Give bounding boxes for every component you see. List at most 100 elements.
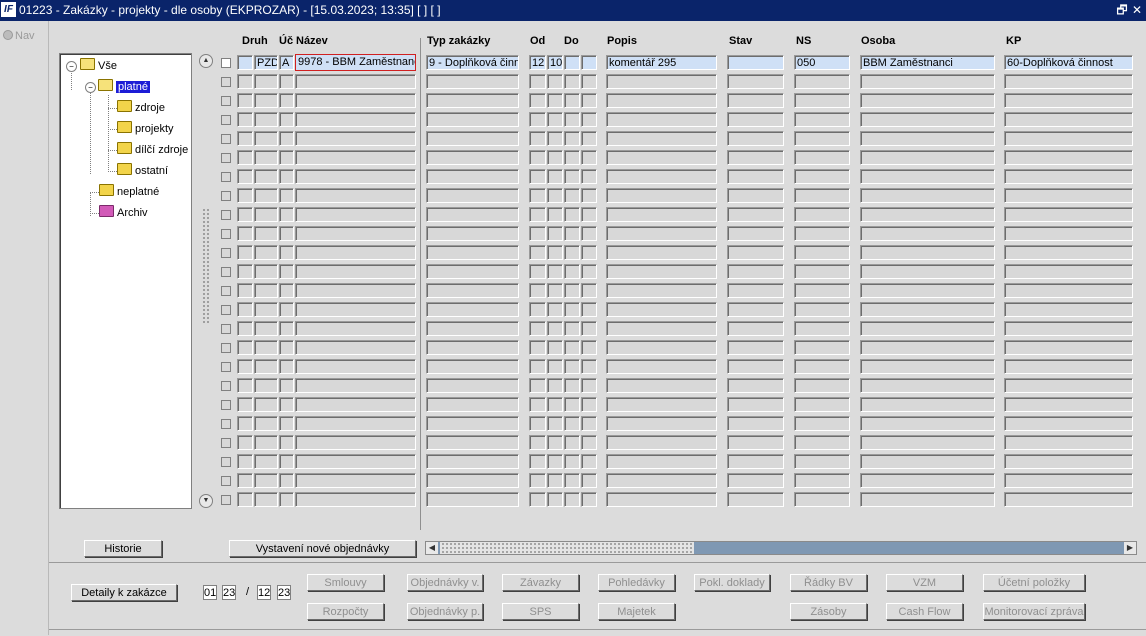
period-from-month[interactable]: 01 [203, 585, 217, 600]
cell-do[interactable] [547, 397, 563, 412]
cell-extra-2[interactable] [581, 188, 597, 203]
collapse-root-icon[interactable]: − [66, 61, 77, 72]
cell-stav[interactable] [727, 340, 784, 355]
cell-flag[interactable] [237, 74, 253, 89]
cell-extra-1[interactable] [564, 416, 580, 431]
cell-nazev[interactable] [295, 416, 416, 431]
rozpocty-button[interactable]: Rozpočty [307, 603, 384, 620]
cell-popis[interactable] [606, 169, 717, 184]
row-checkbox[interactable] [221, 153, 231, 163]
cell-ns[interactable] [794, 226, 850, 241]
cell-popis[interactable] [606, 245, 717, 260]
cell-extra-2[interactable] [581, 169, 597, 184]
cell-extra-2[interactable] [581, 435, 597, 450]
cell-do[interactable] [547, 473, 563, 488]
cell-od[interactable] [529, 416, 546, 431]
cell-nazev[interactable] [295, 245, 416, 260]
cell-osoba[interactable] [860, 131, 995, 146]
cell-do[interactable]: 10 [547, 55, 563, 70]
cell-extra-2[interactable] [581, 264, 597, 279]
cell-druh[interactable] [254, 283, 278, 298]
cell-flag[interactable] [237, 321, 253, 336]
cell-extra-1[interactable] [564, 473, 580, 488]
row-checkbox[interactable] [221, 400, 231, 410]
cell-nazev[interactable] [295, 131, 416, 146]
cell-uc[interactable] [279, 321, 294, 336]
cell-ns[interactable] [794, 359, 850, 374]
cell-extra-1[interactable] [564, 207, 580, 222]
cell-ns[interactable] [794, 378, 850, 393]
cell-uc[interactable]: A [279, 55, 294, 70]
cell-popis[interactable] [606, 264, 717, 279]
cell-do[interactable] [547, 492, 563, 507]
cell-do[interactable] [547, 226, 563, 241]
cell-druh[interactable] [254, 131, 278, 146]
cell-popis[interactable] [606, 188, 717, 203]
cell-osoba[interactable] [860, 321, 995, 336]
cell-flag[interactable] [237, 207, 253, 222]
cell-popis[interactable] [606, 454, 717, 469]
cell-flag[interactable] [237, 302, 253, 317]
cell-extra-1[interactable] [564, 283, 580, 298]
cell-druh[interactable] [254, 150, 278, 165]
cell-nazev[interactable] [295, 188, 416, 203]
cell-uc[interactable] [279, 207, 294, 222]
cell-typ[interactable] [426, 131, 519, 146]
cell-osoba[interactable] [860, 112, 995, 127]
cell-stav[interactable] [727, 416, 784, 431]
cell-extra-2[interactable] [581, 245, 597, 260]
cell-typ[interactable] [426, 454, 519, 469]
cell-nazev[interactable] [295, 150, 416, 165]
majetek-button[interactable]: Majetek [598, 603, 675, 620]
cell-do[interactable] [547, 93, 563, 108]
vzm-button[interactable]: VZM [886, 574, 963, 591]
row-checkbox[interactable] [221, 267, 231, 277]
cell-extra-2[interactable] [581, 416, 597, 431]
cell-druh[interactable] [254, 226, 278, 241]
cell-nazev[interactable] [295, 93, 416, 108]
cell-od[interactable] [529, 264, 546, 279]
cell-ns[interactable] [794, 93, 850, 108]
cell-uc[interactable] [279, 416, 294, 431]
cell-typ[interactable] [426, 207, 519, 222]
cell-kp[interactable] [1004, 359, 1133, 374]
cell-stav[interactable] [727, 188, 784, 203]
cell-uc[interactable] [279, 302, 294, 317]
cell-typ[interactable] [426, 169, 519, 184]
cell-ns[interactable] [794, 473, 850, 488]
cell-ns[interactable] [794, 245, 850, 260]
cell-flag[interactable] [237, 93, 253, 108]
cell-extra-1[interactable] [564, 321, 580, 336]
cell-druh[interactable] [254, 473, 278, 488]
cell-uc[interactable] [279, 188, 294, 203]
cell-od[interactable] [529, 435, 546, 450]
cell-osoba[interactable] [860, 378, 995, 393]
cell-stav[interactable] [727, 245, 784, 260]
tree-node-neplatne[interactable]: neplatné [99, 184, 159, 200]
cell-nazev[interactable] [295, 226, 416, 241]
cell-do[interactable] [547, 416, 563, 431]
cell-stav[interactable] [727, 302, 784, 317]
cell-typ[interactable]: 9 - Doplňková činnost [426, 55, 519, 70]
cell-od[interactable] [529, 93, 546, 108]
cell-nazev[interactable] [295, 302, 416, 317]
historie-button[interactable]: Historie [84, 540, 162, 557]
cell-stav[interactable] [727, 283, 784, 298]
cell-od[interactable] [529, 207, 546, 222]
cell-nazev[interactable] [295, 378, 416, 393]
cell-od[interactable] [529, 74, 546, 89]
sps-button[interactable]: SPS [502, 603, 579, 620]
nav-toggle[interactable]: Nav [3, 30, 35, 42]
detaily-button[interactable]: Detaily k zakázce [71, 584, 177, 601]
cell-druh[interactable]: PZD [254, 55, 278, 70]
cell-extra-1[interactable] [564, 188, 580, 203]
cell-druh[interactable] [254, 492, 278, 507]
cell-od[interactable] [529, 473, 546, 488]
cell-druh[interactable] [254, 397, 278, 412]
cell-typ[interactable] [426, 226, 519, 241]
row-checkbox[interactable] [221, 210, 231, 220]
cell-nazev[interactable] [295, 492, 416, 507]
cell-do[interactable] [547, 74, 563, 89]
cell-ns[interactable] [794, 454, 850, 469]
cell-druh[interactable] [254, 454, 278, 469]
